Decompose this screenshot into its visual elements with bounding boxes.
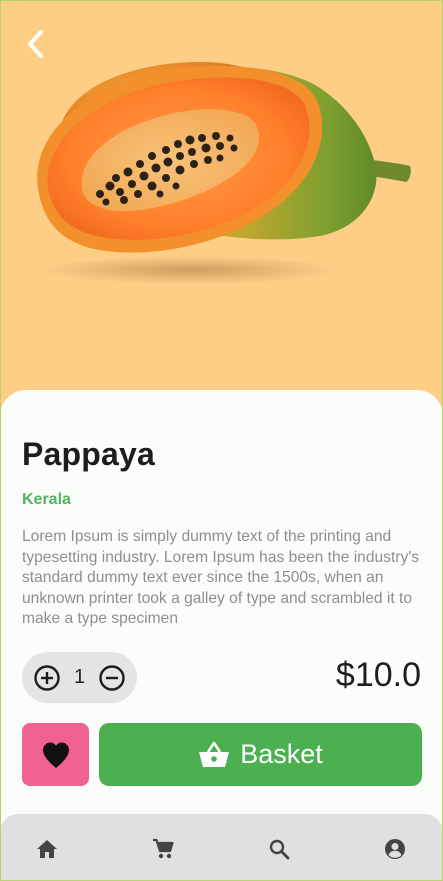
product-description: Lorem Ipsum is simply dummy text of the … bbox=[22, 528, 420, 627]
heart-icon bbox=[42, 742, 69, 768]
home-icon bbox=[37, 840, 57, 858]
basket-label: Basket bbox=[240, 739, 323, 769]
nav-item-home[interactable] bbox=[34, 836, 60, 862]
bottom-navigation bbox=[0, 814, 443, 881]
minus-circle-icon bbox=[99, 664, 125, 691]
add-to-basket-button[interactable]: Basket bbox=[99, 723, 422, 786]
plus-circle-icon bbox=[34, 664, 60, 691]
product-origin: Kerala bbox=[22, 491, 71, 508]
decrement-button[interactable] bbox=[97, 663, 127, 693]
product-hero bbox=[0, 0, 443, 420]
product-name: Pappaya bbox=[22, 436, 156, 472]
nav-item-account[interactable] bbox=[382, 836, 408, 862]
quantity-stepper: 1 bbox=[22, 652, 137, 703]
cart-icon bbox=[153, 838, 174, 859]
nav-item-cart[interactable] bbox=[150, 836, 176, 862]
product-price: $10.0 bbox=[335, 656, 421, 694]
quantity-value: 1 bbox=[73, 666, 86, 688]
nav-item-search[interactable] bbox=[266, 836, 292, 862]
increment-button[interactable] bbox=[32, 663, 62, 693]
papaya-fruit-image bbox=[37, 62, 411, 284]
account-icon bbox=[385, 839, 405, 859]
favorite-button[interactable] bbox=[22, 723, 89, 786]
basket-icon bbox=[199, 741, 230, 767]
search-icon bbox=[269, 839, 290, 860]
